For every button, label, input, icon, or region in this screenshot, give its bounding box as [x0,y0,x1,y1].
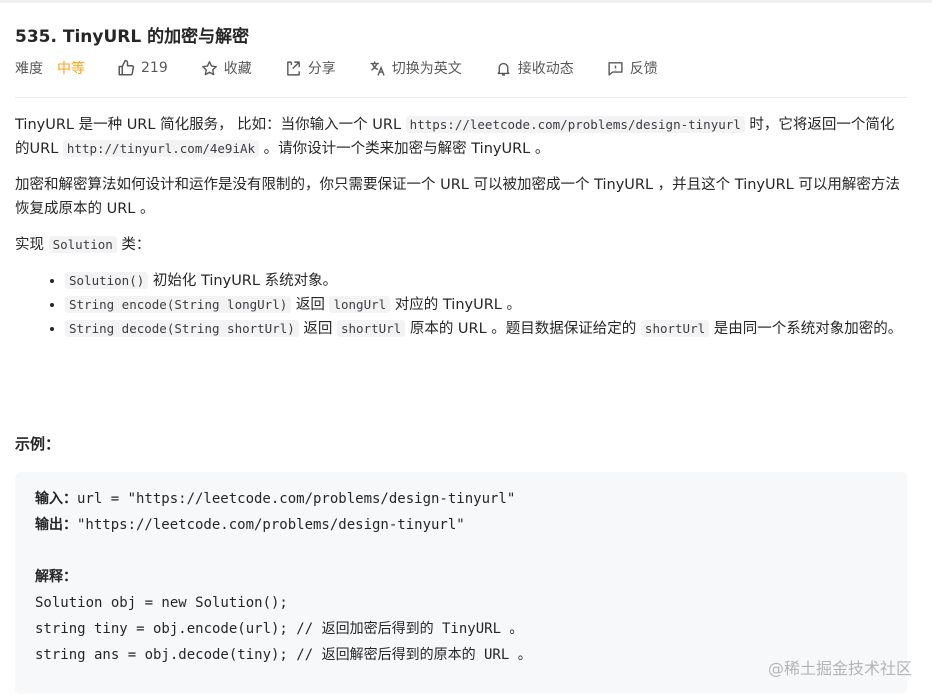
code-line: string ans = obj.decode(tiny); // 返回解密后得… [35,647,532,663]
input-value: url = "https://leetcode.com/problems/des… [77,491,516,507]
problem-description: TinyURL 是一种 URL 简化服务， 比如：当你输入一个 URL http… [15,113,907,341]
text-span: 实现 [15,237,49,253]
inline-code: shortUrl [640,320,710,337]
inline-code: String decode(String shortUrl) [65,320,299,337]
text-span: 类： [116,237,151,253]
text-span: 初始化 TinyURL 系统对象。 [148,273,338,289]
like-count: 219 [141,60,168,76]
difficulty-label: 难度 [15,61,43,77]
problem-title: 535. TinyURL 的加密与解密 [15,27,250,47]
like-button[interactable]: 219 [117,59,168,77]
inline-code: String encode(String longUrl) [65,296,292,313]
inline-code: https://leetcode.com/problems/design-tin… [405,116,745,133]
text-span: 对应的 TinyURL 。 [390,297,521,313]
code-line: string tiny = obj.encode(url); // 返回加密后得… [35,621,524,637]
feedback-button[interactable]: 反馈 [607,58,658,78]
feedback-label: 反馈 [629,61,658,77]
favorite-button[interactable]: 收藏 [201,58,252,78]
explain-label: 解释： [35,569,77,585]
list-item: String decode(String shortUrl) 返回 shortU… [65,317,907,341]
subscribe-button[interactable]: 接收动态 [495,58,574,78]
subscribe-label: 接收动态 [517,61,574,77]
description-paragraph-2: 加密和解密算法如何设计和运作是没有限制的，你只需要保证一个 URL 可以被加密成… [15,177,900,217]
text-span: 原本的 URL 。题目数据保证给定的 [405,321,641,337]
inline-code: Solution() [65,272,149,289]
share-icon [286,60,300,76]
list-item: Solution() 初始化 TinyURL 系统对象。 [65,269,907,293]
difficulty-badge: 中等 [57,61,85,77]
input-label: 输入： [35,491,77,507]
bell-icon [497,62,510,76]
text-span: TinyURL 是一种 URL 简化服务， 比如：当你输入一个 URL [15,117,406,133]
code-line: Solution obj = new Solution(); [35,595,288,611]
watermark: @稀土掘金技术社区 [767,659,912,678]
inline-code: longUrl [329,296,391,313]
method-list: Solution() 初始化 TinyURL 系统对象。 String enco… [15,269,907,341]
text-span: 。请你设计一个类来加密与解密 TinyURL 。 [259,141,550,157]
translate-icon [370,60,385,76]
text-span: 返回 [298,321,337,337]
example-heading: 示例： [15,435,61,453]
description-paragraph-3: 实现 Solution 类： [15,233,907,257]
share-label: 分享 [307,61,336,77]
problem-meta-bar: 难度 中等 219 收藏 分享 切换为英文 接收动态 反馈 [15,58,691,78]
inline-code: shortUrl [337,320,406,337]
header-divider [15,97,907,98]
top-border [0,0,932,3]
share-button[interactable]: 分享 [285,58,336,78]
text-span: 返回 [291,297,330,313]
inline-code: Solution [48,236,117,253]
switch-language-button[interactable]: 切换为英文 [369,58,462,78]
favorite-label: 收藏 [223,61,252,77]
thumbs-up-icon [118,59,135,76]
description-paragraph-1: TinyURL 是一种 URL 简化服务， 比如：当你输入一个 URL http… [15,113,907,161]
list-item: String encode(String longUrl) 返回 longUrl… [65,293,907,317]
inline-code: http://tinyurl.com/4e9iAk [62,140,260,157]
output-value: "https://leetcode.com/problems/design-ti… [77,517,465,533]
switch-language-label: 切换为英文 [391,61,462,77]
feedback-icon [608,61,623,76]
star-icon [201,60,217,75]
text-span: 是由同一个系统对象加密的。 [709,321,903,337]
output-label: 输出： [35,517,77,533]
